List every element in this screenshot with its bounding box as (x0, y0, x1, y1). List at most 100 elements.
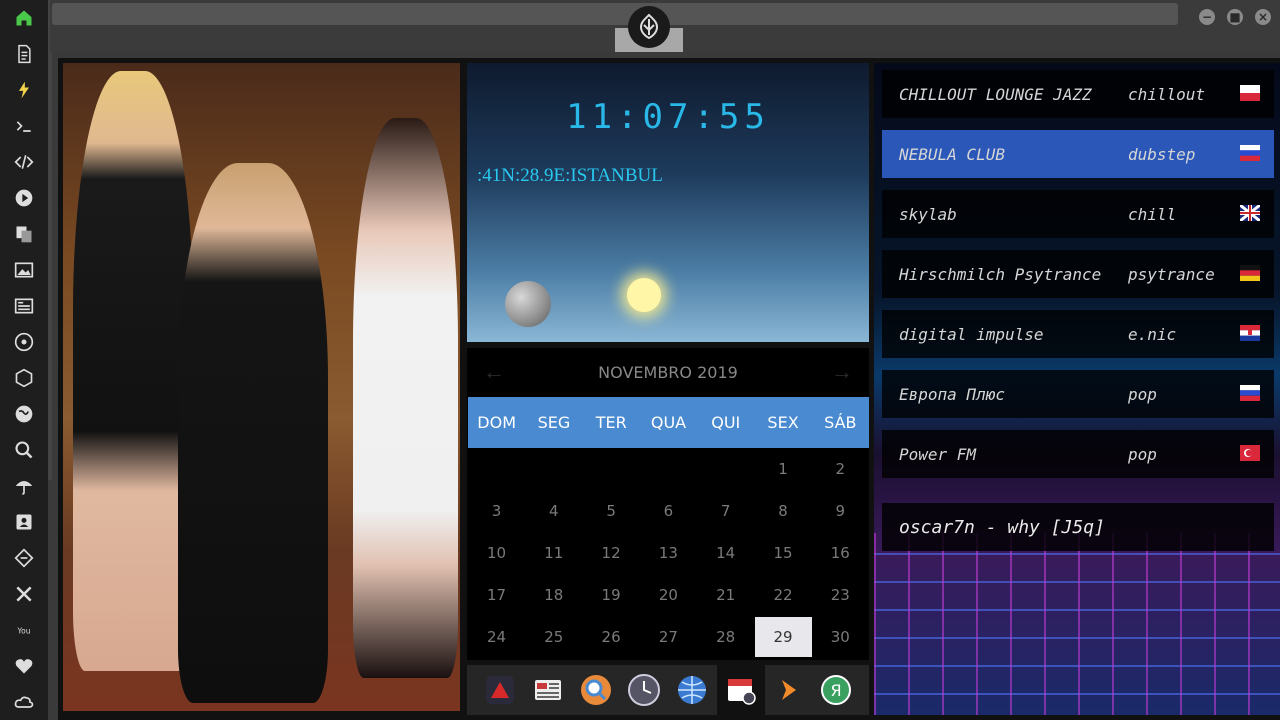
next-month-button[interactable]: → (831, 359, 853, 385)
calendar-widget: ← NOVEMBRO 2019 → DOM SEG TER QUA QUI SE… (467, 348, 869, 660)
calendar-day[interactable]: 1 (755, 449, 812, 489)
calendar-day[interactable]: 2 (812, 449, 869, 489)
diamond-icon[interactable] (0, 540, 48, 576)
calendar-app-icon[interactable] (717, 665, 765, 715)
station-name: skylab (899, 204, 957, 224)
germany-flag-icon (1240, 265, 1260, 281)
station-name: CHILLOUT LOUNGE JAZZ (899, 84, 1092, 104)
empire-icon[interactable] (0, 360, 48, 396)
maximize-button[interactable]: ■ (1227, 9, 1243, 25)
calendar-day[interactable]: 14 (697, 533, 754, 573)
youtube-icon[interactable]: You (0, 612, 48, 648)
calendar-day[interactable]: 10 (468, 533, 525, 573)
image-icon[interactable] (0, 252, 48, 288)
calendar-day[interactable]: 27 (640, 617, 697, 657)
calendar-day[interactable]: 28 (697, 617, 754, 657)
svg-text:Я: Я (830, 681, 841, 700)
calendar-day[interactable]: 19 (583, 575, 640, 615)
now-playing: oscar7n - why [J5q] (882, 503, 1274, 551)
calendar-day[interactable]: 7 (697, 491, 754, 531)
calendar-day[interactable]: 12 (583, 533, 640, 573)
calendar-day[interactable]: 9 (812, 491, 869, 531)
clock-app-icon[interactable] (626, 672, 662, 708)
terminal-icon[interactable] (0, 108, 48, 144)
station-name: NEBULA CLUB (899, 144, 1005, 164)
station-row[interactable]: digital impulse e.nic (882, 310, 1274, 358)
turkey-flag-icon (1240, 445, 1260, 461)
poland-flag-icon (1240, 85, 1260, 101)
contact-icon[interactable] (0, 504, 48, 540)
translate-icon[interactable] (0, 216, 48, 252)
sidebar-scrollbar[interactable] (48, 0, 52, 480)
station-genre: chill (1128, 204, 1177, 224)
station-row[interactable]: skylab chill (882, 190, 1274, 238)
calendar-day[interactable]: 25 (525, 617, 582, 657)
calendar-day[interactable]: 24 (468, 617, 525, 657)
station-name: Европа Плюс (899, 384, 1005, 404)
search-icon[interactable] (0, 432, 48, 468)
calendar-day[interactable]: 30 (812, 617, 869, 657)
calendar-day[interactable]: 3 (468, 491, 525, 531)
wallpaper-photo (63, 63, 460, 711)
weekday-label: QUA (650, 413, 687, 432)
calendar-day[interactable]: 22 (755, 575, 812, 615)
home-icon[interactable] (0, 0, 48, 36)
search-app-icon[interactable] (578, 672, 614, 708)
calendar-weekdays: DOM SEG TER QUA QUI SEX SÁB (468, 397, 869, 448)
calendar-day[interactable]: 16 (812, 533, 869, 573)
weekday-label: QUI (711, 413, 741, 432)
station-row[interactable]: NEBULA CLUB dubstep (882, 130, 1274, 178)
cloud-icon[interactable] (0, 684, 48, 720)
heart-icon[interactable] (0, 648, 48, 684)
address-bar[interactable] (52, 3, 1178, 25)
close-button[interactable]: × (1255, 9, 1271, 25)
umbrella-icon[interactable] (0, 468, 48, 504)
svg-text:You: You (17, 626, 31, 635)
news-icon[interactable] (0, 288, 48, 324)
calendar-day[interactable]: 4 (525, 491, 582, 531)
weekday-label: SEG (537, 413, 571, 432)
calendar-day[interactable]: 18 (525, 575, 582, 615)
weekday-label: SÁB (824, 413, 857, 432)
calendar-title: NOVEMBRO 2019 (598, 362, 738, 382)
yandex-app-icon[interactable]: Я (818, 672, 854, 708)
calendar-day[interactable]: 5 (583, 491, 640, 531)
rebel-icon[interactable] (0, 324, 48, 360)
calendar-day[interactable]: 15 (755, 533, 812, 573)
calendar-day[interactable]: 17 (468, 575, 525, 615)
station-row[interactable]: Европа Плюс pop (882, 370, 1274, 418)
station-name: Hirschmilch Psytrance (899, 264, 1102, 284)
calendar-day[interactable]: 26 (583, 617, 640, 657)
document-icon[interactable] (0, 36, 48, 72)
app-launcher-icon[interactable] (482, 672, 518, 708)
station-row[interactable]: Power FM pop (882, 430, 1274, 478)
bolt-icon[interactable] (0, 72, 48, 108)
calendar-day[interactable]: 13 (640, 533, 697, 573)
now-playing-title: oscar7n - why [J5q] (899, 516, 1105, 538)
calendar-day[interactable]: 11 (525, 533, 582, 573)
clock-widget: 11:07:55 :41N:28.9E:ISTANBUL (467, 63, 869, 342)
calendar-day[interactable]: 21 (697, 575, 754, 615)
calendar-day[interactable]: 23 (812, 575, 869, 615)
uk-flag-icon (1240, 205, 1260, 221)
moon-icon (505, 281, 551, 327)
calendar-day[interactable]: 6 (640, 491, 697, 531)
play-icon[interactable] (0, 180, 48, 216)
station-row[interactable]: Hirschmilch Psytrance psytrance (882, 250, 1274, 298)
minimize-button[interactable]: − (1199, 9, 1215, 25)
prev-month-button[interactable]: ← (483, 359, 505, 385)
calendar-day[interactable]: 20 (640, 575, 697, 615)
code-icon[interactable] (0, 144, 48, 180)
calendar-day[interactable]: 8 (755, 491, 812, 531)
globe-app-icon[interactable] (674, 672, 710, 708)
rebel-icon[interactable] (628, 6, 670, 48)
station-row[interactable]: CHILLOUT LOUNGE JAZZ chillout (882, 70, 1274, 118)
sidebar: You (0, 0, 48, 720)
news-app-icon[interactable] (530, 672, 566, 708)
tools-icon[interactable] (0, 576, 48, 612)
calendar-day-today[interactable]: 29 (754, 617, 812, 657)
croatia-flag-icon (1240, 325, 1260, 341)
russia-flag-icon (1240, 145, 1260, 161)
globe-icon[interactable] (0, 396, 48, 432)
play-app-icon[interactable] (770, 672, 806, 708)
